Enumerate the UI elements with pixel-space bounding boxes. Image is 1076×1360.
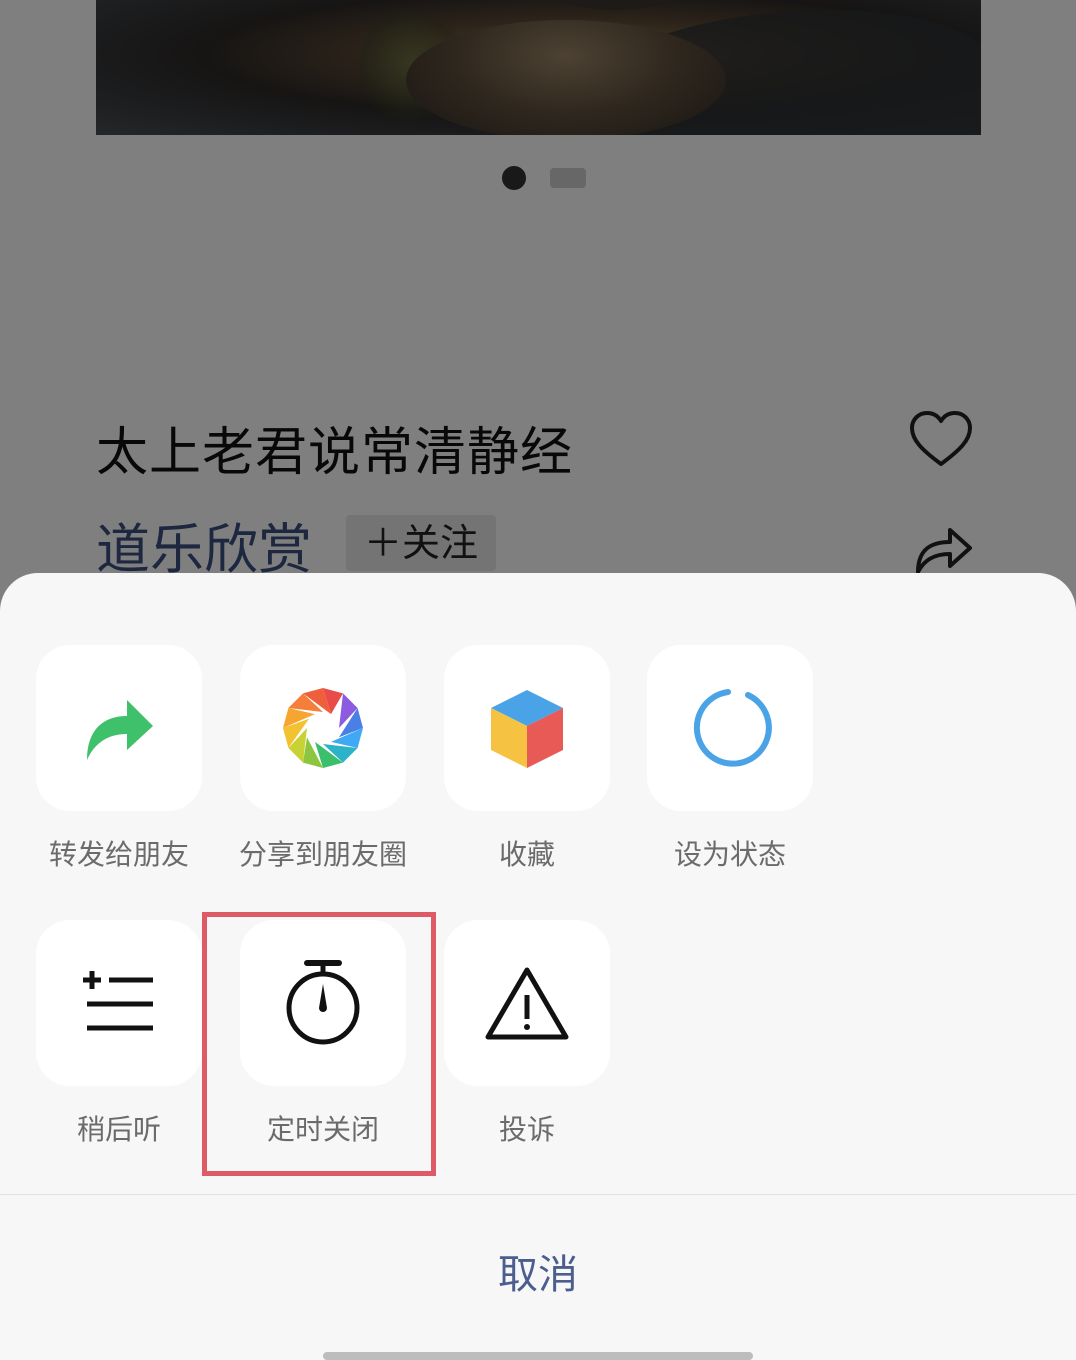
action-tile[interactable] [444, 645, 610, 811]
action-share-moments[interactable]: 分享到朋友圈 [221, 645, 425, 873]
home-indicator [323, 1352, 753, 1360]
action-tile[interactable] [36, 645, 202, 811]
cancel-button[interactable]: 取消 [0, 1242, 1076, 1300]
action-favorite[interactable]: 收藏 [425, 645, 629, 873]
action-label: 分享到朋友圈 [238, 838, 407, 871]
favorites-cube-icon [491, 690, 563, 768]
action-label: 收藏 [498, 838, 555, 871]
action-forward-to-friend[interactable]: 转发给朋友 [17, 645, 221, 873]
action-tile[interactable] [647, 645, 813, 811]
action-label: 投诉 [498, 1113, 555, 1146]
action-label: 稍后听 [76, 1113, 161, 1146]
status-circle-icon [693, 689, 772, 767]
moments-aperture-icon [283, 688, 363, 768]
action-tile[interactable] [36, 920, 202, 1086]
highlight-box [202, 912, 436, 1176]
action-tile[interactable] [240, 645, 406, 811]
action-label: 转发给朋友 [48, 838, 189, 871]
listen-later-list-icon [83, 971, 153, 1031]
sheet-divider [0, 1194, 1076, 1195]
action-set-status[interactable]: 设为状态 [628, 645, 832, 873]
action-report[interactable]: 投诉 [425, 920, 629, 1148]
action-label: 设为状态 [673, 838, 786, 871]
action-listen-later[interactable]: 稍后听 [17, 920, 221, 1148]
warning-triangle-icon [485, 967, 569, 1040]
forward-arrow-icon [87, 700, 153, 760]
action-tile[interactable] [444, 920, 610, 1086]
